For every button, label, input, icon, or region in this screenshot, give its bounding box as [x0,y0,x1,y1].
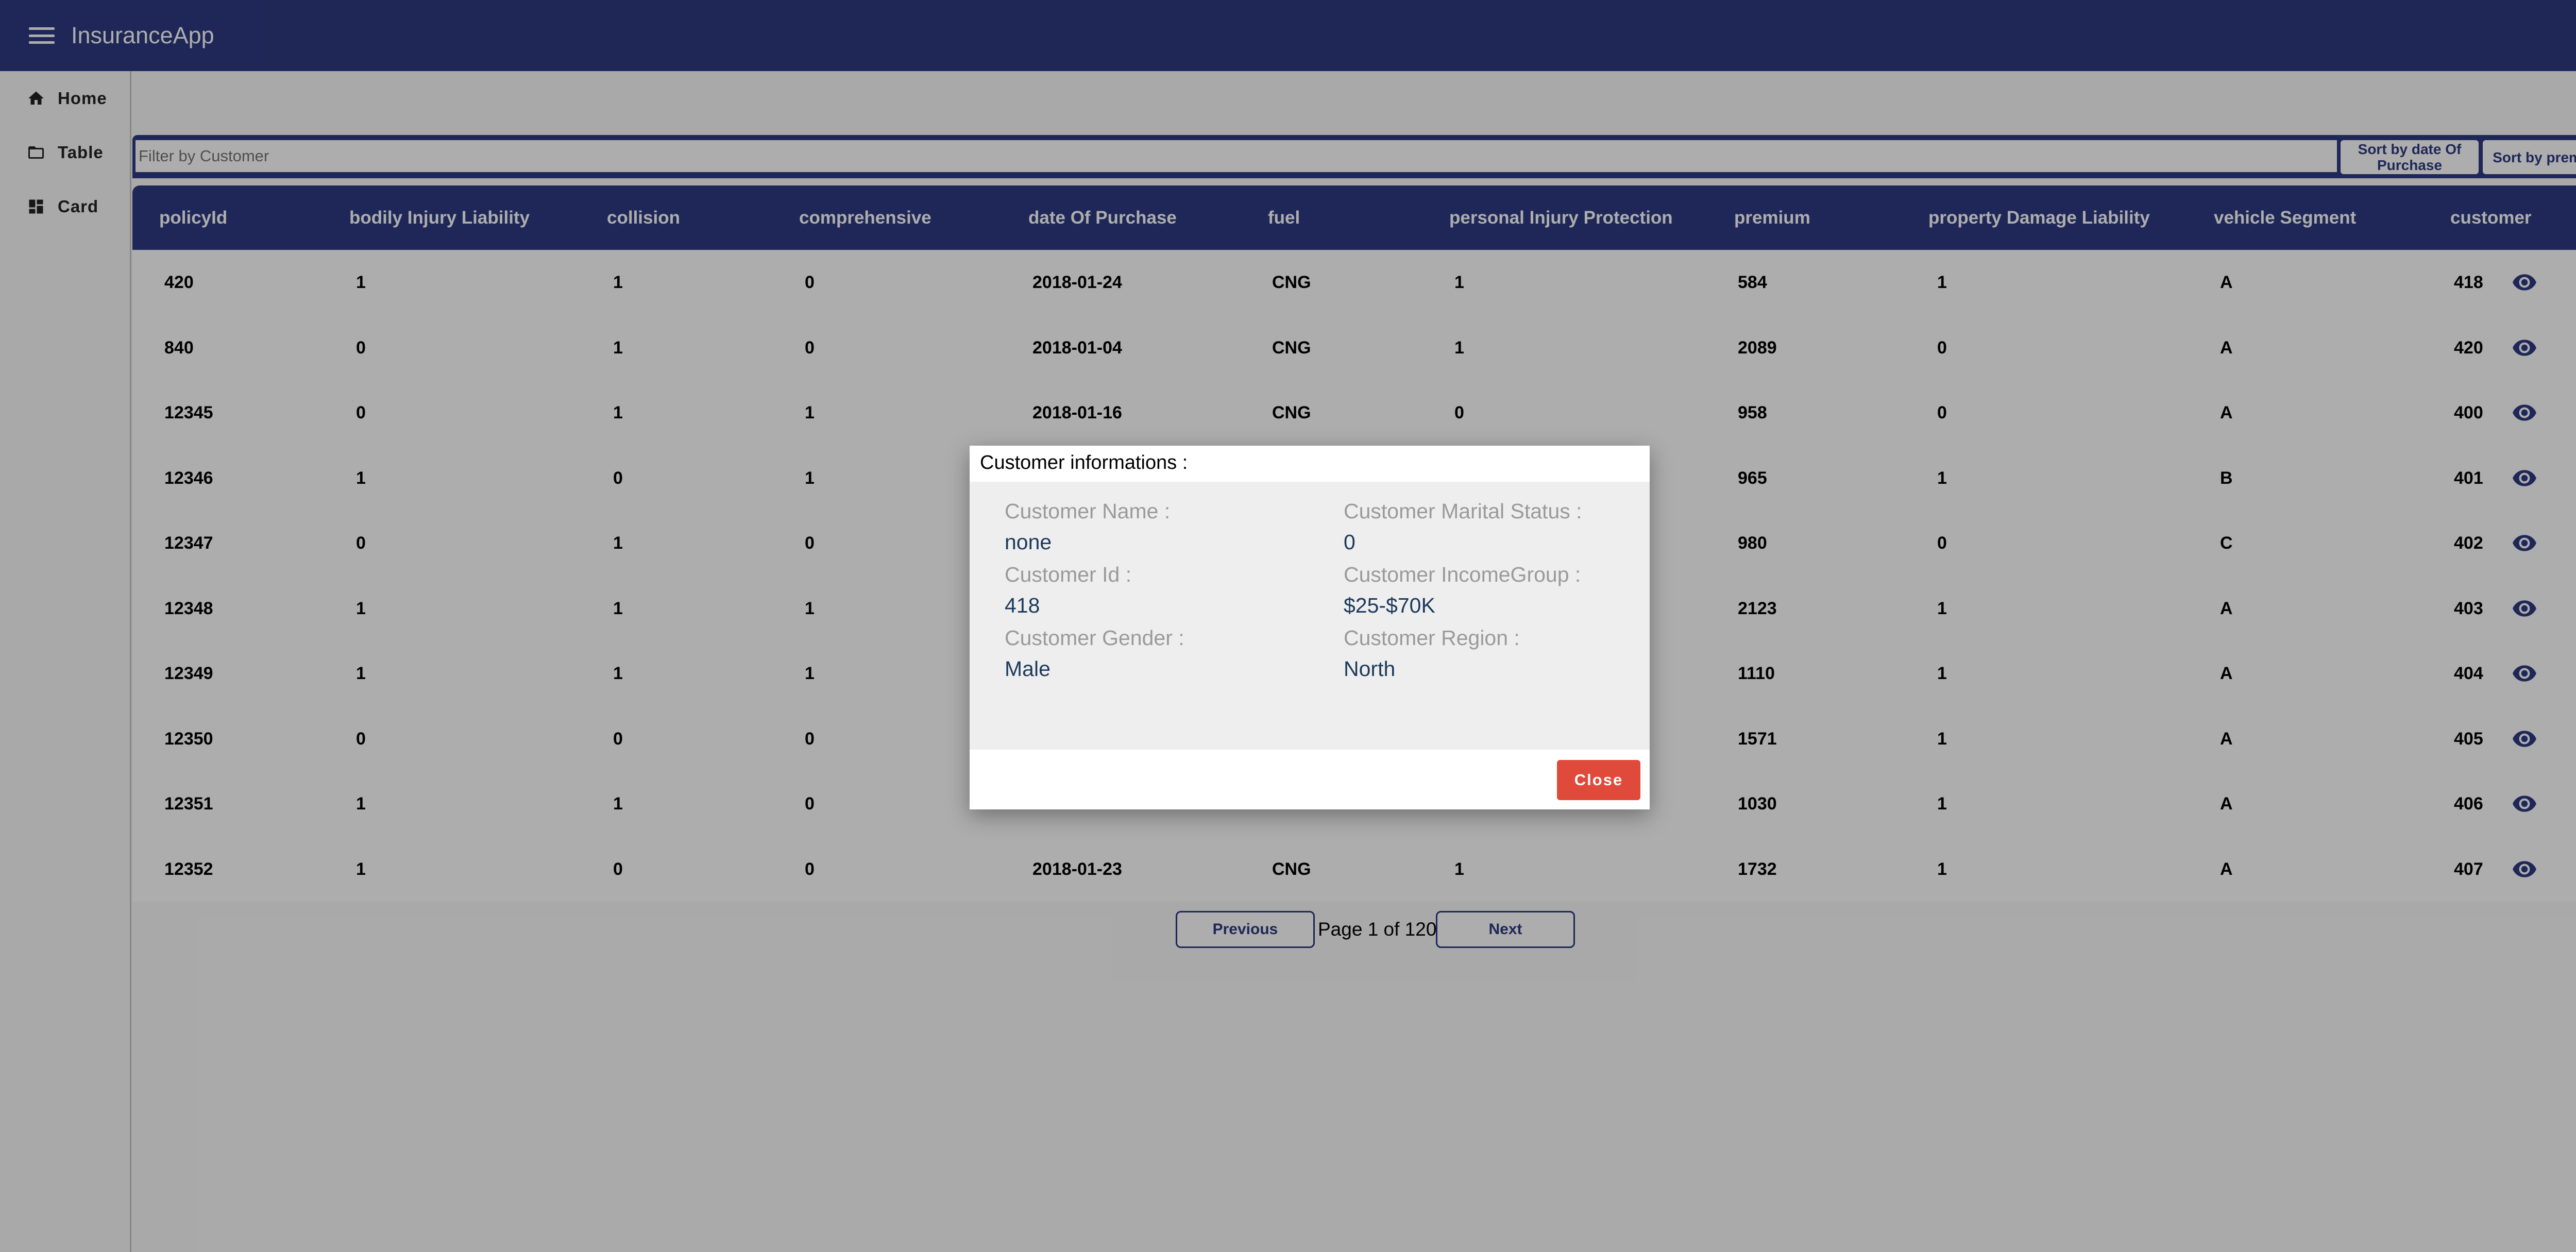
customer-income-group-field: Customer IncomeGroup : $25-$70K [1344,560,1653,621]
dialog-title: Customer informations : [980,452,1188,473]
field-value: Male [1005,657,1050,681]
customer-gender-field: Customer Gender : Male [1005,623,1314,685]
field-value: $25-$70K [1344,594,1435,617]
field-label: Customer IncomeGroup : [1344,563,1581,586]
customer-name-field: Customer Name : none [1005,496,1314,558]
customer-dialog: Customer informations : Customer Name : … [970,446,1650,809]
field-value: 0 [1344,530,1355,554]
field-label: Customer Name : [1005,499,1171,523]
dialog-body: Customer Name : none Customer Marital St… [970,482,1650,750]
field-label: Customer Marital Status : [1344,499,1582,523]
field-value: 418 [1005,594,1040,617]
close-button[interactable]: Close [1557,760,1640,800]
field-label: Customer Id : [1005,563,1132,586]
field-label: Customer Gender : [1005,626,1184,650]
field-value: none [1005,530,1052,554]
customer-marital-status-field: Customer Marital Status : 0 [1344,496,1653,558]
field-value: North [1344,657,1396,681]
customer-id-field: Customer Id : 418 [1005,560,1314,621]
field-label: Customer Region : [1344,626,1520,650]
customer-region-field: Customer Region : North [1344,623,1653,685]
